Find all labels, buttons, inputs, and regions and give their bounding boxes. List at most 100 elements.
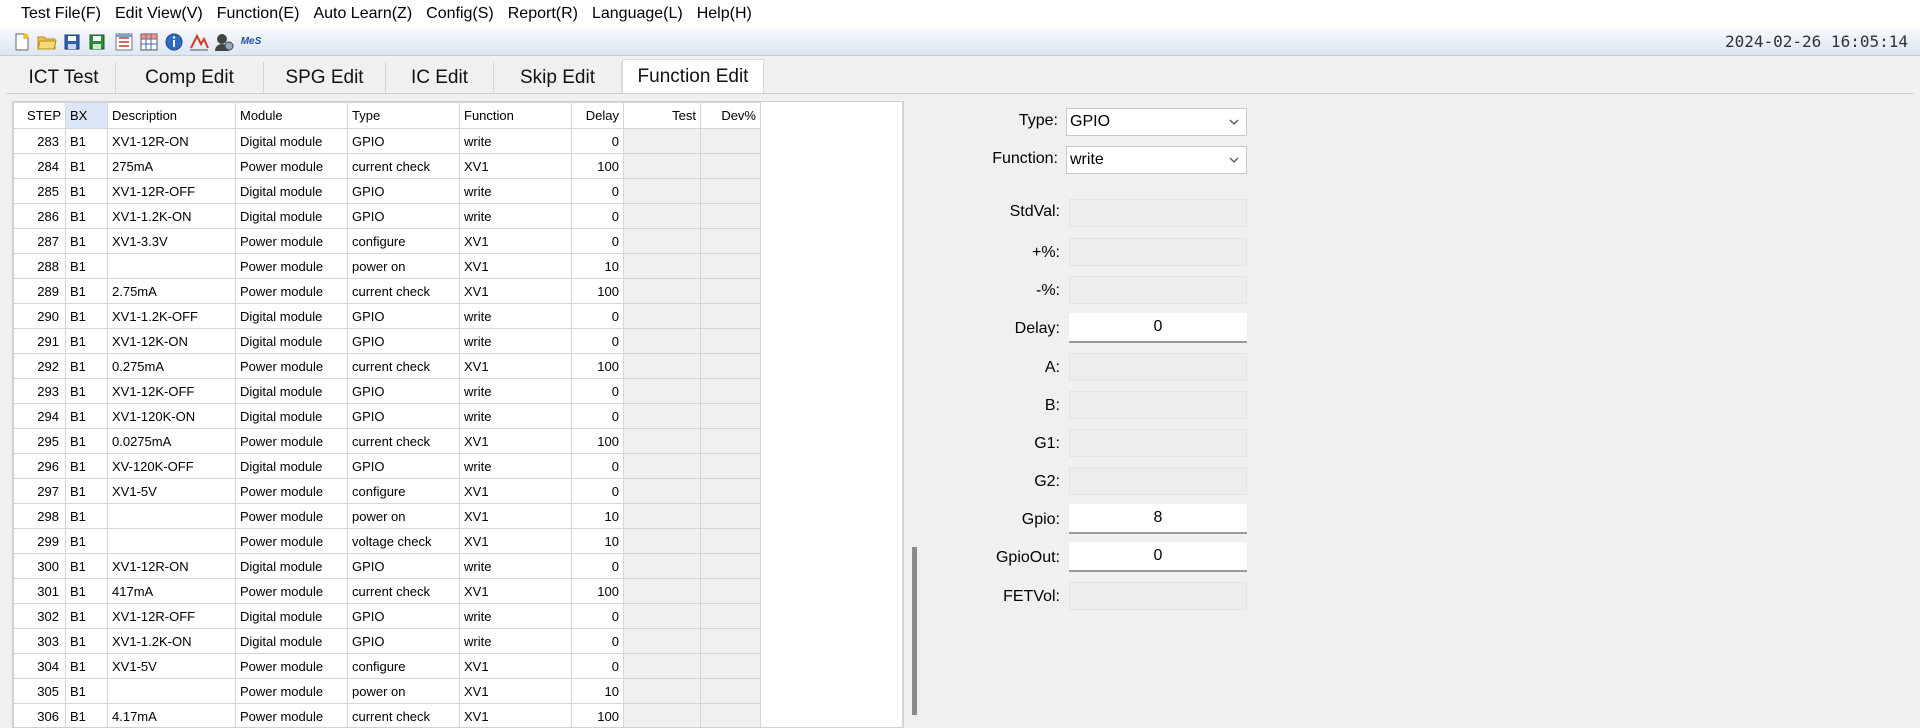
cell-step[interactable]: 283 (13, 128, 66, 154)
table-row[interactable]: 296 B1 XV-120K-OFF Digital module GPIO write 0 (13, 453, 761, 479)
cell-function[interactable]: XV1 (459, 678, 572, 704)
cell-test[interactable] (623, 403, 701, 429)
cell-function[interactable]: XV1 (459, 578, 572, 604)
cell-function[interactable]: write (459, 628, 572, 654)
cell-description[interactable]: XV1-12R-OFF (107, 178, 236, 204)
cell-type[interactable]: GPIO (347, 378, 460, 404)
cell-step[interactable]: 289 (13, 278, 66, 304)
gpio-input[interactable]: 8 (1069, 504, 1247, 534)
cell-dev[interactable] (700, 578, 761, 604)
cell-step[interactable]: 295 (13, 428, 66, 454)
cell-function[interactable]: XV1 (459, 478, 572, 504)
cell-delay[interactable]: 0 (571, 378, 624, 404)
cell-type[interactable]: current check (347, 703, 460, 727)
cell-type[interactable]: GPIO (347, 328, 460, 354)
cell-step[interactable]: 286 (13, 203, 66, 229)
table-row[interactable]: 283 B1 XV1-12R-ON Digital module GPIO write 0 (13, 128, 761, 154)
cell-dev[interactable] (700, 278, 761, 304)
cell-test[interactable] (623, 528, 701, 554)
cell-bx[interactable]: B1 (65, 603, 108, 629)
menu-function[interactable]: Function(E) (210, 0, 307, 28)
cell-step[interactable]: 290 (13, 303, 66, 329)
cell-module[interactable]: Digital module (235, 403, 348, 429)
cell-bx[interactable]: B1 (65, 253, 108, 279)
cell-test[interactable] (623, 353, 701, 379)
cell-delay[interactable]: 0 (571, 628, 624, 654)
cell-delay[interactable]: 0 (571, 478, 624, 504)
menu-auto-learn[interactable]: Auto Learn(Z) (306, 0, 419, 28)
cell-description[interactable]: XV1-5V (107, 653, 236, 679)
cell-delay[interactable]: 10 (571, 503, 624, 529)
table-row[interactable]: 294 B1 XV1-120K-ON Digital module GPIO write 0 (13, 403, 761, 429)
table-row[interactable]: 303 B1 XV1-1.2K-ON Digital module GPIO write 0 (13, 628, 761, 654)
cell-dev[interactable] (700, 203, 761, 229)
mes-icon[interactable]: MeS (239, 32, 263, 52)
cell-step[interactable]: 297 (13, 478, 66, 504)
tab-comp-edit[interactable]: Comp Edit (116, 62, 264, 94)
cell-bx[interactable]: B1 (65, 403, 108, 429)
cell-type[interactable]: configure (347, 228, 460, 254)
cell-bx[interactable]: B1 (65, 303, 108, 329)
cell-dev[interactable] (700, 653, 761, 679)
cell-module[interactable]: Power module (235, 703, 348, 727)
cell-module[interactable]: Digital module (235, 203, 348, 229)
cell-bx[interactable]: B1 (65, 478, 108, 504)
table-row[interactable]: 300 B1 XV1-12R-ON Digital module GPIO write 0 (13, 553, 761, 579)
save-icon[interactable] (62, 32, 82, 52)
header-bx[interactable]: BX (65, 102, 108, 129)
cell-type[interactable]: configure (347, 478, 460, 504)
cell-step[interactable]: 306 (13, 703, 66, 727)
tab-skip-edit[interactable]: Skip Edit (494, 62, 622, 94)
cell-function[interactable]: XV1 (459, 428, 572, 454)
table-row[interactable]: 298 B1 Power module power on XV1 10 (13, 503, 761, 529)
header-delay[interactable]: Delay (571, 102, 624, 129)
cell-step[interactable]: 285 (13, 178, 66, 204)
cell-description[interactable]: XV1-12R-ON (107, 553, 236, 579)
table-row[interactable]: 285 B1 XV1-12R-OFF Digital module GPIO write 0 (13, 178, 761, 204)
cell-dev[interactable] (700, 228, 761, 254)
cell-function[interactable]: write (459, 453, 572, 479)
cell-bx[interactable]: B1 (65, 578, 108, 604)
cell-dev[interactable] (700, 678, 761, 704)
menu-report[interactable]: Report(R) (501, 0, 585, 28)
cell-function[interactable]: write (459, 178, 572, 204)
table-row[interactable]: 293 B1 XV1-12K-OFF Digital module GPIO write 0 (13, 378, 761, 404)
cell-dev[interactable] (700, 453, 761, 479)
cell-step[interactable]: 301 (13, 578, 66, 604)
menu-test-file[interactable]: Test File(F) (14, 0, 108, 28)
cell-step[interactable]: 300 (13, 553, 66, 579)
cell-step[interactable]: 287 (13, 228, 66, 254)
cell-delay[interactable]: 100 (571, 703, 624, 727)
cell-module[interactable]: Power module (235, 528, 348, 554)
cell-module[interactable]: Power module (235, 478, 348, 504)
cell-dev[interactable] (700, 253, 761, 279)
cell-delay[interactable]: 100 (571, 428, 624, 454)
cell-module[interactable]: Digital module (235, 328, 348, 354)
cell-delay[interactable]: 0 (571, 328, 624, 354)
cell-bx[interactable]: B1 (65, 153, 108, 179)
cell-type[interactable]: current check (347, 353, 460, 379)
cell-delay[interactable]: 100 (571, 353, 624, 379)
cell-type[interactable]: configure (347, 653, 460, 679)
table-row[interactable]: 291 B1 XV1-12K-ON Digital module GPIO write 0 (13, 328, 761, 354)
cell-bx[interactable]: B1 (65, 128, 108, 154)
cell-delay[interactable]: 100 (571, 153, 624, 179)
cell-test[interactable] (623, 703, 701, 727)
new-file-icon[interactable] (12, 32, 32, 52)
cell-bx[interactable]: B1 (65, 353, 108, 379)
cell-test[interactable] (623, 153, 701, 179)
cell-step[interactable]: 298 (13, 503, 66, 529)
cell-delay[interactable]: 10 (571, 528, 624, 554)
step-grid[interactable]: STEP BX Description Module Type Function… (12, 101, 904, 728)
cell-description[interactable]: 417mA (107, 578, 236, 604)
cell-module[interactable]: Power module (235, 678, 348, 704)
cell-delay[interactable]: 0 (571, 403, 624, 429)
cell-description[interactable] (107, 678, 236, 704)
cell-test[interactable] (623, 303, 701, 329)
cell-delay[interactable]: 0 (571, 228, 624, 254)
cell-bx[interactable]: B1 (65, 453, 108, 479)
cell-dev[interactable] (700, 303, 761, 329)
cell-delay[interactable]: 0 (571, 303, 624, 329)
cell-step[interactable]: 292 (13, 353, 66, 379)
cell-type[interactable]: GPIO (347, 303, 460, 329)
